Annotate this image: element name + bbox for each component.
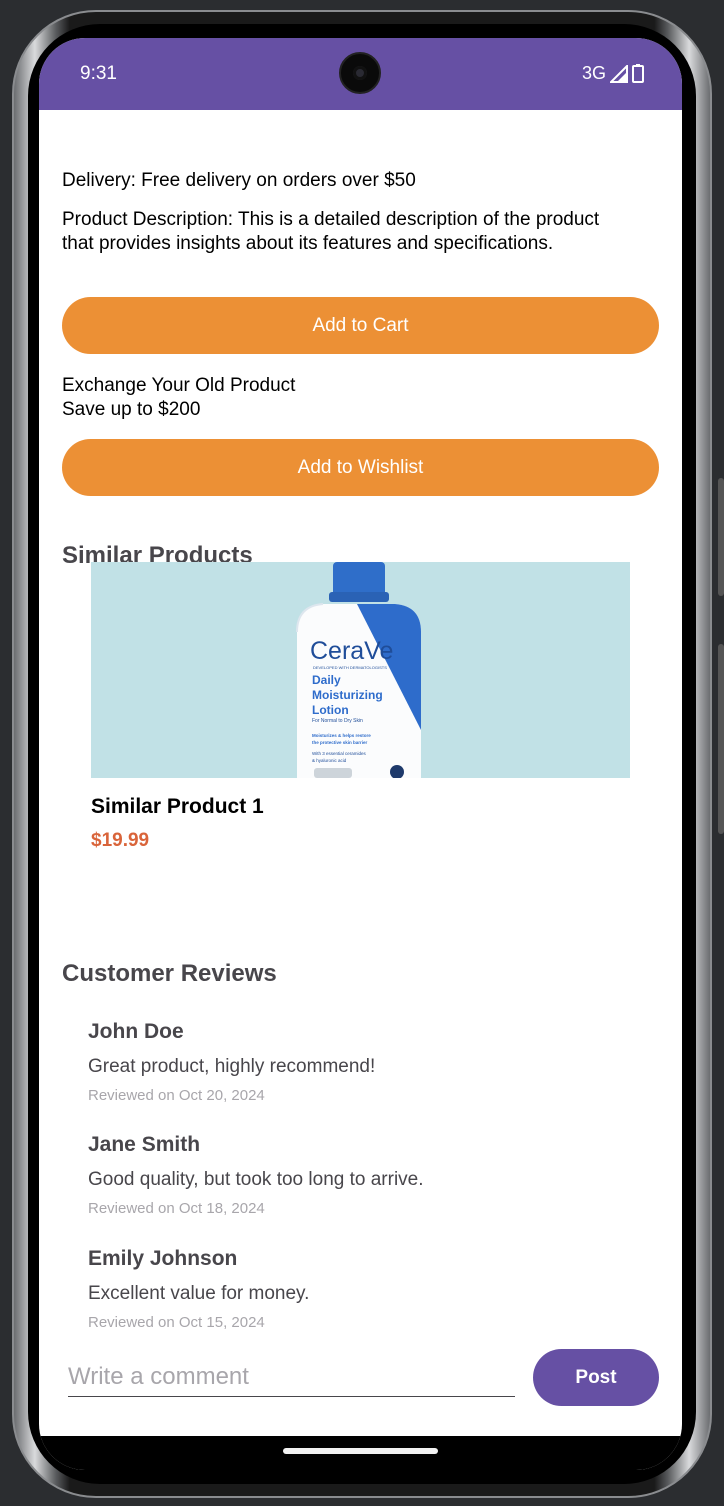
review-text: Great product, highly recommend! [88, 1056, 376, 1077]
review-date: Reviewed on Oct 20, 2024 [88, 1087, 265, 1104]
review-date: Reviewed on Oct 18, 2024 [88, 1200, 265, 1217]
navigation-bar [39, 1436, 682, 1470]
signal-icon [610, 64, 628, 83]
review-text: Excellent value for money. [88, 1283, 310, 1304]
status-time: 9:31 [80, 63, 117, 84]
battery-icon [632, 64, 644, 83]
customer-reviews-title: Customer Reviews [62, 960, 277, 987]
similar-product-name: Similar Product 1 [91, 795, 264, 818]
product-detail-content: Delivery: Free delivery on orders over $… [39, 110, 682, 1436]
reviewer-name: John Doe [88, 1020, 184, 1043]
product-description: Product Description: This is a detailed … [62, 208, 599, 256]
add-to-wishlist-button[interactable]: Add to Wishlist [62, 439, 659, 496]
review-date: Reviewed on Oct 15, 2024 [88, 1314, 265, 1331]
image-tagline: DEVELOPED WITH DERMATOLOGISTS [313, 665, 387, 670]
image-ingredients: & hyaluronic acid [312, 758, 347, 763]
description-line: that provides insights about its feature… [62, 233, 554, 254]
review-text: Good quality, but took too long to arriv… [88, 1169, 424, 1190]
description-line: Product Description: This is a detailed … [62, 209, 600, 230]
exchange-savings: Save up to $200 [62, 399, 201, 420]
review-item: John Doe Great product, highly recommend… [88, 1020, 648, 1104]
review-item: Jane Smith Good quality, but took too lo… [88, 1133, 648, 1217]
exchange-title: Exchange Your Old Product [62, 375, 296, 396]
comment-input[interactable] [68, 1357, 515, 1397]
image-benefit: Moisturizes & helps restore [312, 733, 371, 738]
post-comment-button[interactable]: Post [533, 1349, 659, 1406]
status-bar: 9:31 3G [39, 38, 682, 110]
lotion-bottle-image: CeraVe DEVELOPED WITH DERMATOLOGISTS Dai… [296, 562, 421, 778]
image-ingredients: With 3 essential ceramides [312, 751, 367, 756]
volume-button [718, 478, 724, 596]
image-product-line: Daily [312, 673, 341, 687]
image-skin-type: For Normal to Dry Skin [312, 718, 363, 724]
similar-product-price: $19.99 [91, 830, 150, 851]
home-gesture-handle[interactable] [283, 1448, 438, 1454]
status-indicators: 3G [582, 63, 644, 84]
delivery-info: Delivery: Free delivery on orders over $… [62, 170, 416, 191]
review-item: Emily Johnson Excellent value for money.… [88, 1247, 648, 1331]
front-camera [339, 52, 381, 94]
image-brand: CeraVe [310, 637, 393, 665]
image-benefit: the protective skin barrier [312, 740, 368, 745]
network-type: 3G [581, 63, 606, 83]
reviewer-name: Emily Johnson [88, 1247, 238, 1270]
product-image: CeraVe DEVELOPED WITH DERMATOLOGISTS Dai… [91, 562, 630, 778]
screen: 9:31 3G Delivery: Free delivery on order… [39, 38, 682, 1470]
add-to-cart-button[interactable]: Add to Cart [62, 297, 659, 354]
reviewer-name: Jane Smith [88, 1133, 201, 1156]
similar-product-card[interactable]: CeraVe DEVELOPED WITH DERMATOLOGISTS Dai… [91, 562, 630, 852]
power-button [718, 644, 724, 834]
image-product-line: Lotion [312, 703, 349, 717]
exchange-offer: Exchange Your Old Product Save up to $20… [62, 374, 295, 422]
comment-composer: Post [68, 1349, 659, 1407]
image-product-line: Moisturizing [312, 688, 383, 702]
